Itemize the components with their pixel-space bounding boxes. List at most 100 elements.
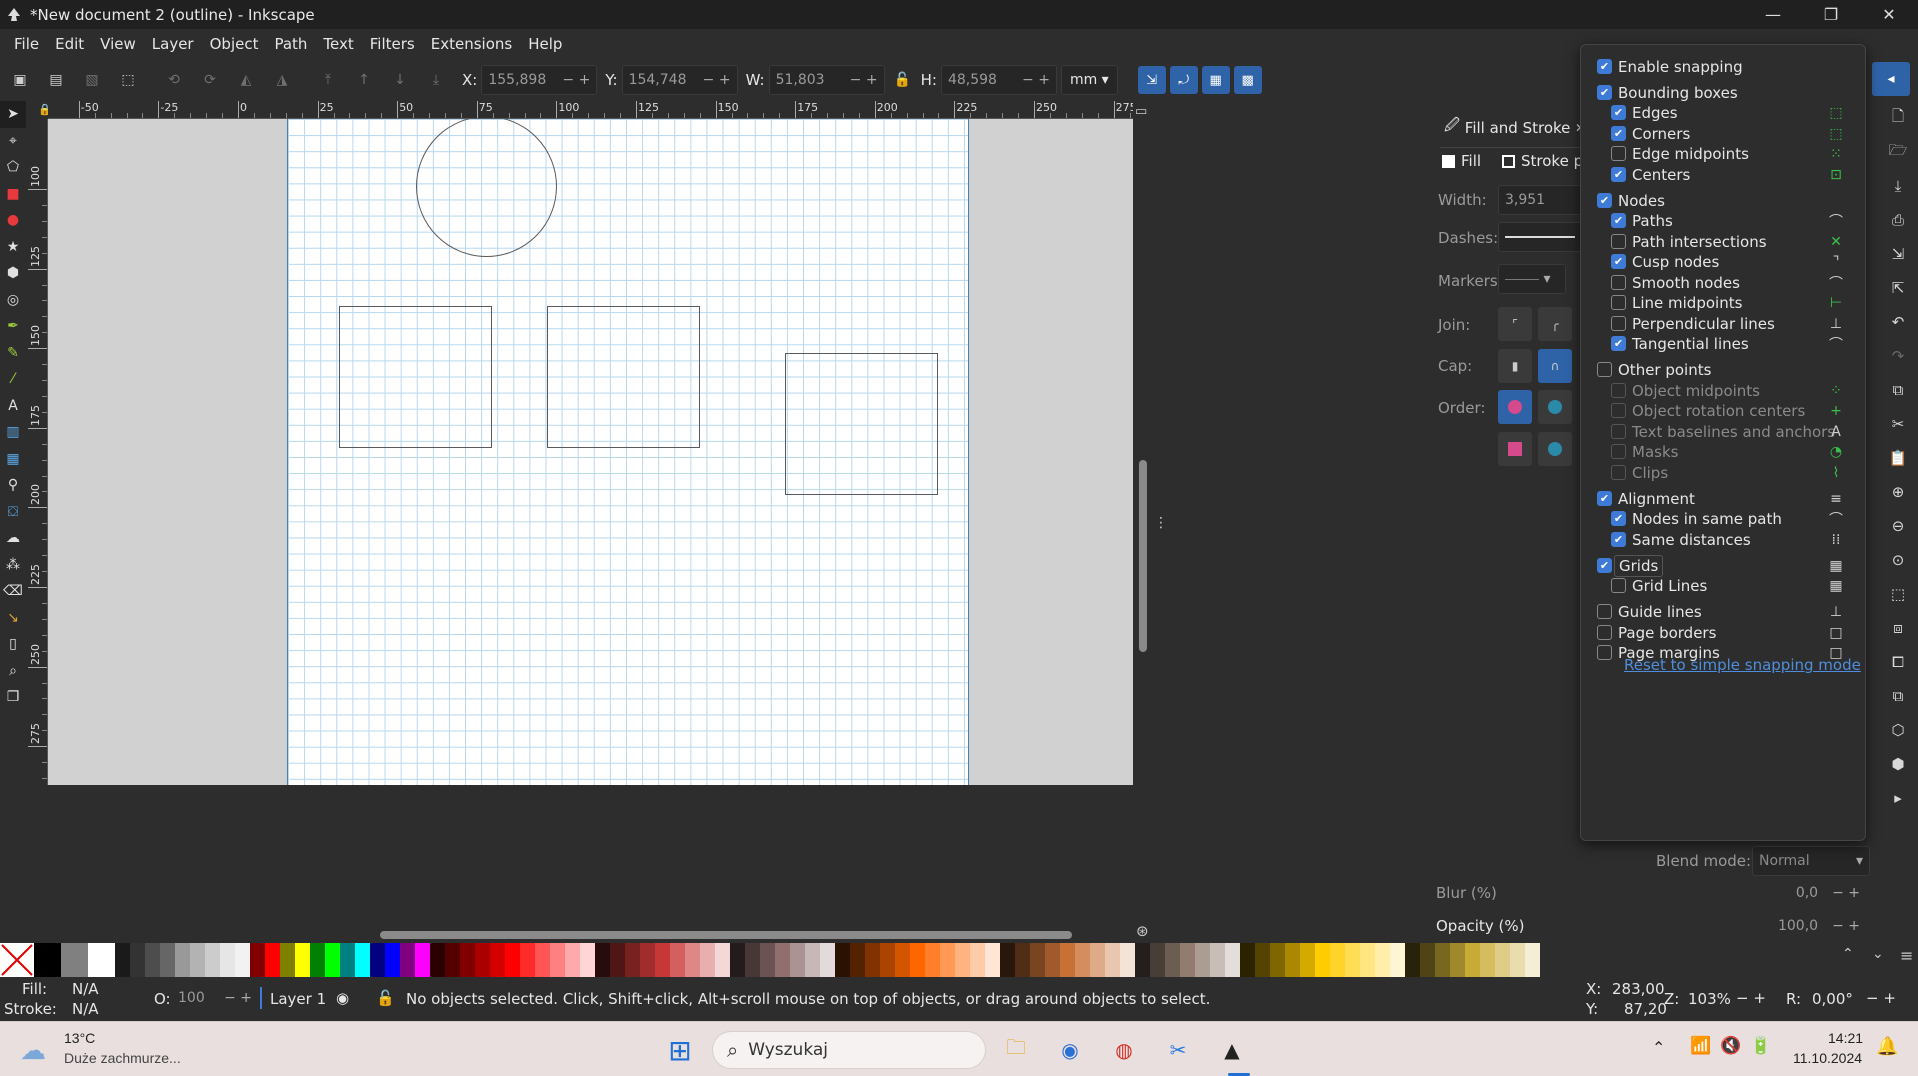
color-swatch[interactable] bbox=[955, 943, 970, 977]
maximize-icon[interactable]: ❐ bbox=[1802, 0, 1860, 29]
layer-visibility-icon[interactable]: ◉ bbox=[336, 989, 349, 1007]
blend-mode-select[interactable]: Normal ▾ bbox=[1752, 846, 1870, 876]
taskbar-search[interactable]: ⌕ Wyszukaj bbox=[712, 1031, 986, 1069]
color-swatch[interactable] bbox=[985, 943, 1000, 977]
checkbox[interactable] bbox=[1611, 383, 1626, 398]
color-swatch[interactable] bbox=[1285, 943, 1300, 977]
opacity-indicator-stepper[interactable]: − + bbox=[224, 990, 258, 1006]
canvas[interactable] bbox=[48, 119, 1133, 785]
checkbox[interactable]: ✔ bbox=[1611, 254, 1626, 269]
rectangle-shape-3[interactable] bbox=[785, 353, 938, 495]
checkbox[interactable] bbox=[1611, 403, 1626, 418]
display-mode-icon[interactable]: ▭ bbox=[1135, 104, 1147, 119]
checkbox[interactable]: ✔ bbox=[1611, 167, 1626, 182]
color-swatch[interactable] bbox=[1075, 943, 1090, 977]
color-swatch[interactable] bbox=[1480, 943, 1495, 977]
show-hidden-icons-icon[interactable]: ⌃ bbox=[1652, 1038, 1665, 1058]
color-swatch[interactable] bbox=[1210, 943, 1225, 977]
color-swatch[interactable] bbox=[1255, 943, 1270, 977]
windows-start-icon[interactable]: ⊞ bbox=[662, 1032, 698, 1068]
color-swatch[interactable] bbox=[595, 943, 610, 977]
color-swatch[interactable] bbox=[535, 943, 550, 977]
zoom-drawing-icon[interactable]: ⊖ bbox=[1878, 509, 1918, 543]
color-swatch[interactable] bbox=[670, 943, 685, 977]
color-swatch[interactable] bbox=[1135, 943, 1150, 977]
order-stroke-fill-icon[interactable] bbox=[1538, 390, 1572, 424]
checkbox[interactable] bbox=[1597, 362, 1612, 377]
color-swatch[interactable] bbox=[505, 943, 520, 977]
color-swatch[interactable] bbox=[1240, 943, 1255, 977]
color-swatch[interactable] bbox=[1300, 943, 1315, 977]
clock-time[interactable]: 14:21 bbox=[1828, 1030, 1863, 1046]
deselect-icon[interactable]: ▧ bbox=[80, 68, 104, 92]
export-icon[interactable]: ⇱ bbox=[1878, 271, 1918, 305]
snap-option-same-distances[interactable]: ✔ Same distances ⁞⁞ bbox=[1581, 527, 1867, 552]
color-swatch[interactable] bbox=[1525, 943, 1540, 977]
color-swatch[interactable] bbox=[685, 943, 700, 977]
checkbox[interactable] bbox=[1611, 146, 1626, 161]
color-swatch[interactable] bbox=[1345, 943, 1360, 977]
zoom-selection-icon[interactable]: ⊕ bbox=[1878, 475, 1918, 509]
inkscape-taskbar-icon[interactable]: ▲ bbox=[1214, 1032, 1250, 1068]
notifications-icon[interactable]: 🔔 bbox=[1876, 1036, 1898, 1057]
weather-temperature[interactable]: 13°C bbox=[64, 1030, 95, 1046]
join-round-icon[interactable]: ╭ bbox=[1538, 307, 1572, 341]
color-managed-icon[interactable]: ⊛ bbox=[1136, 922, 1149, 940]
menu-file[interactable]: File bbox=[6, 35, 47, 53]
color-swatch[interactable] bbox=[460, 943, 475, 977]
lower-to-bottom-icon[interactable]: ⤓ bbox=[424, 68, 448, 92]
color-swatch[interactable] bbox=[310, 943, 325, 977]
shape-builder-tool-icon[interactable]: ⬠ bbox=[0, 154, 26, 181]
snipping-tool-icon[interactable]: ✂ bbox=[1160, 1032, 1196, 1068]
checkbox[interactable] bbox=[1611, 444, 1626, 459]
wifi-icon[interactable]: 📶 bbox=[1690, 1036, 1711, 1056]
eraser-tool-icon[interactable]: ⌫ bbox=[0, 578, 26, 605]
snap-option-grid-lines[interactable]: Grid Lines ▦ bbox=[1581, 573, 1867, 598]
color-swatch[interactable] bbox=[415, 943, 430, 977]
color-swatch[interactable] bbox=[1030, 943, 1045, 977]
color-swatch[interactable] bbox=[1450, 943, 1465, 977]
color-swatch[interactable] bbox=[730, 943, 745, 977]
save-document-icon[interactable]: ⤓ bbox=[1878, 169, 1918, 203]
menu-view[interactable]: View bbox=[92, 35, 144, 53]
color-swatch[interactable] bbox=[220, 943, 235, 977]
unlink-clone-icon[interactable]: ⧉ bbox=[1878, 679, 1918, 713]
color-swatch[interactable] bbox=[370, 943, 385, 977]
import-icon[interactable]: ⇲ bbox=[1878, 237, 1918, 271]
pencil-tool-icon[interactable]: ✎ bbox=[0, 340, 26, 367]
color-swatch[interactable] bbox=[1120, 943, 1135, 977]
zoom-stepper[interactable]: − + bbox=[1736, 989, 1766, 1007]
color-swatch[interactable] bbox=[1465, 943, 1480, 977]
horizontal-ruler[interactable]: -50-250255075100125150175200225250275 bbox=[48, 101, 1133, 119]
color-swatch[interactable] bbox=[745, 943, 760, 977]
color-swatch[interactable] bbox=[1495, 943, 1510, 977]
color-swatch[interactable] bbox=[1000, 943, 1015, 977]
order-markers-alt-icon[interactable] bbox=[1538, 432, 1572, 466]
pen-tool-icon[interactable]: ✒ bbox=[0, 313, 26, 340]
color-swatch[interactable] bbox=[520, 943, 535, 977]
checkbox[interactable]: ✔ bbox=[1597, 193, 1612, 208]
color-swatch[interactable] bbox=[130, 943, 145, 977]
rectangle-shape-2[interactable] bbox=[547, 306, 700, 448]
rotate-stepper[interactable]: − + bbox=[1866, 989, 1896, 1007]
color-swatch[interactable] bbox=[775, 943, 790, 977]
color-swatch[interactable] bbox=[715, 943, 730, 977]
color-swatch[interactable] bbox=[280, 943, 295, 977]
color-swatch[interactable] bbox=[1390, 943, 1405, 977]
reset-snapping-link[interactable]: Reset to simple snapping mode bbox=[1624, 656, 1861, 674]
color-swatch[interactable] bbox=[1015, 943, 1030, 977]
color-swatch[interactable] bbox=[295, 943, 310, 977]
snap-popover-toggle-icon[interactable]: ◂ bbox=[1872, 62, 1910, 96]
color-swatch[interactable] bbox=[880, 943, 895, 977]
checkbox[interactable]: ✔ bbox=[1611, 532, 1626, 547]
color-swatch[interactable] bbox=[640, 943, 655, 977]
color-swatch[interactable] bbox=[475, 943, 490, 977]
color-swatch[interactable] bbox=[820, 943, 835, 977]
color-swatch[interactable] bbox=[1105, 943, 1120, 977]
zoom-value[interactable]: 103% bbox=[1688, 990, 1731, 1008]
stroke-indicator-value[interactable]: N/A bbox=[72, 1000, 99, 1018]
open-document-icon[interactable]: 🗁 bbox=[1878, 135, 1918, 169]
circle-shape[interactable] bbox=[416, 119, 557, 257]
color-swatch[interactable] bbox=[1360, 943, 1375, 977]
move-gradients-icon[interactable]: ▦ bbox=[1201, 66, 1230, 94]
